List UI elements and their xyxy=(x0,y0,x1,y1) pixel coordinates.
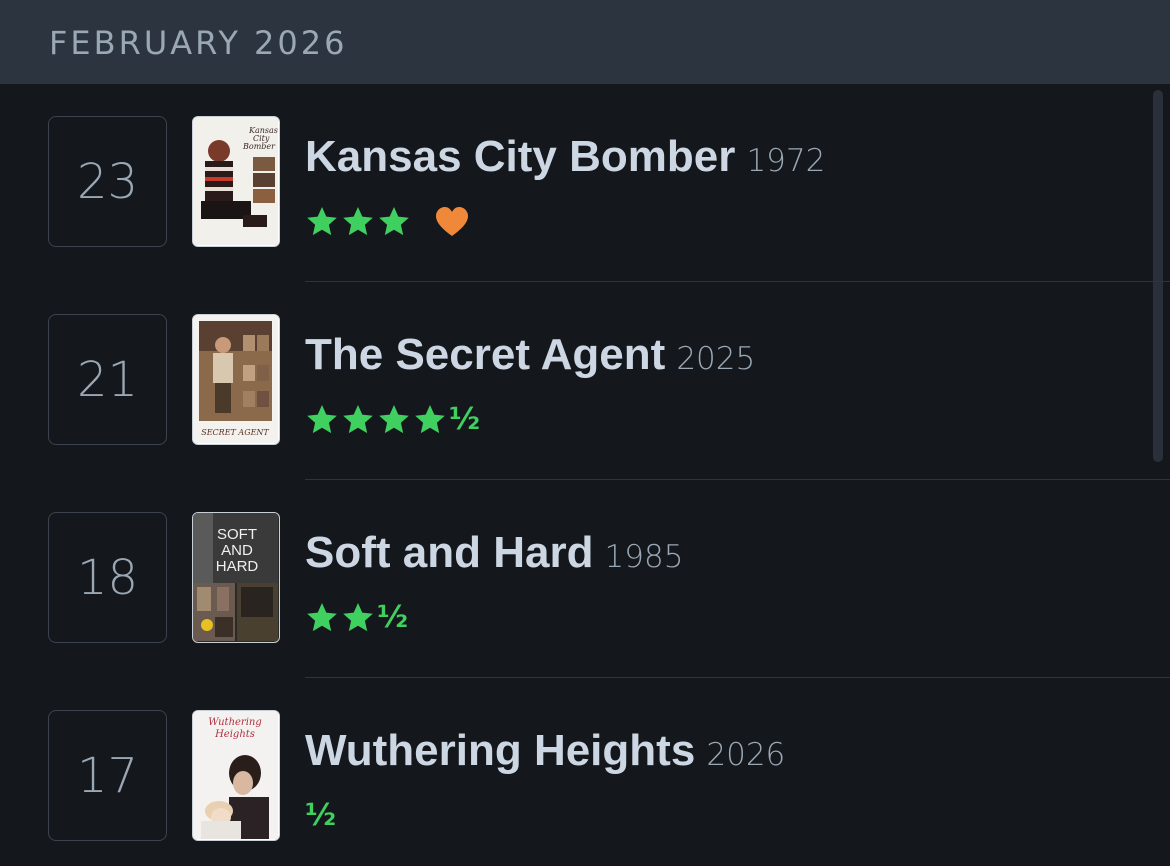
film-year[interactable]: 2026 xyxy=(706,737,785,773)
month-label: FEBRUARY 2026 xyxy=(49,24,348,62)
rating: ½ xyxy=(305,400,480,440)
poster-text: Wuthering xyxy=(208,717,262,728)
half-star-icon: ½ xyxy=(377,600,409,635)
svg-text:Heights: Heights xyxy=(214,729,255,740)
film-title[interactable]: Soft and Hard xyxy=(305,528,593,577)
day-box[interactable]: 18 xyxy=(48,512,167,643)
film-year[interactable]: 1972 xyxy=(746,143,825,179)
film-poster[interactable]: Kansas City Bomber xyxy=(192,116,280,247)
star-icon xyxy=(415,405,445,434)
poster-image-soft-and-hard: SOFT AND HARD xyxy=(193,513,278,641)
diary-entry[interactable]: 17 Wuthering Heights Wuthering Heights 2… xyxy=(0,678,1170,866)
star-icon xyxy=(343,405,373,434)
day-box[interactable]: 23 xyxy=(48,116,167,247)
film-title[interactable]: Wuthering Heights xyxy=(305,726,695,775)
star-icon xyxy=(307,207,337,236)
day-box[interactable]: 21 xyxy=(48,314,167,445)
star-icon xyxy=(307,405,337,434)
poster-text: SECRET AGENT xyxy=(201,428,269,437)
month-header: FEBRUARY 2026 xyxy=(0,0,1170,84)
film-year[interactable]: 2025 xyxy=(676,341,755,377)
film-poster[interactable]: Wuthering Heights xyxy=(192,710,280,841)
poster-image-the-secret-agent: SECRET AGENT xyxy=(193,315,278,443)
poster-image-wuthering-heights: Wuthering Heights xyxy=(193,711,278,839)
svg-text:Bomber: Bomber xyxy=(242,142,276,151)
poster-text: SOFT xyxy=(217,526,257,543)
film-title-line[interactable]: Soft and Hard 1985 xyxy=(305,528,683,587)
half-star-icon: ½ xyxy=(449,402,481,437)
star-icon xyxy=(343,603,373,632)
rating xyxy=(305,202,469,242)
star-icon xyxy=(379,207,409,236)
film-poster[interactable]: SECRET AGENT xyxy=(192,314,280,445)
film-poster[interactable]: SOFT AND HARD xyxy=(192,512,280,643)
diary-entry[interactable]: 21 SECRET AGENT The Secret Agent 2025 ½ xyxy=(0,282,1170,480)
film-title-line[interactable]: Kansas City Bomber 1972 xyxy=(305,132,825,191)
rating: ½ xyxy=(305,598,408,638)
film-year[interactable]: 1985 xyxy=(605,539,684,575)
star-icon xyxy=(379,405,409,434)
film-title[interactable]: The Secret Agent xyxy=(305,330,665,379)
svg-text:HARD: HARD xyxy=(216,558,259,575)
star-icon xyxy=(307,603,337,632)
diary-entry[interactable]: 18 SOFT AND HARD Soft and Hard 1985 ½ xyxy=(0,480,1170,678)
heart-icon xyxy=(436,207,468,236)
star-icon xyxy=(343,207,373,236)
half-star-icon: ½ xyxy=(305,798,337,833)
film-title-line[interactable]: Wuthering Heights 2026 xyxy=(305,726,785,785)
rating: ½ xyxy=(305,796,336,836)
diary-entry[interactable]: 23 Kansas City Bomber Kansas City Bomber xyxy=(0,84,1170,282)
diary-page: FEBRUARY 2026 23 Kansas City Bomber Kans… xyxy=(0,0,1170,866)
film-title[interactable]: Kansas City Bomber xyxy=(305,132,735,181)
day-box[interactable]: 17 xyxy=(48,710,167,841)
poster-image-kansas-city-bomber: Kansas City Bomber xyxy=(193,117,278,245)
film-title-line[interactable]: The Secret Agent 2025 xyxy=(305,330,755,389)
svg-text:AND: AND xyxy=(221,542,253,559)
